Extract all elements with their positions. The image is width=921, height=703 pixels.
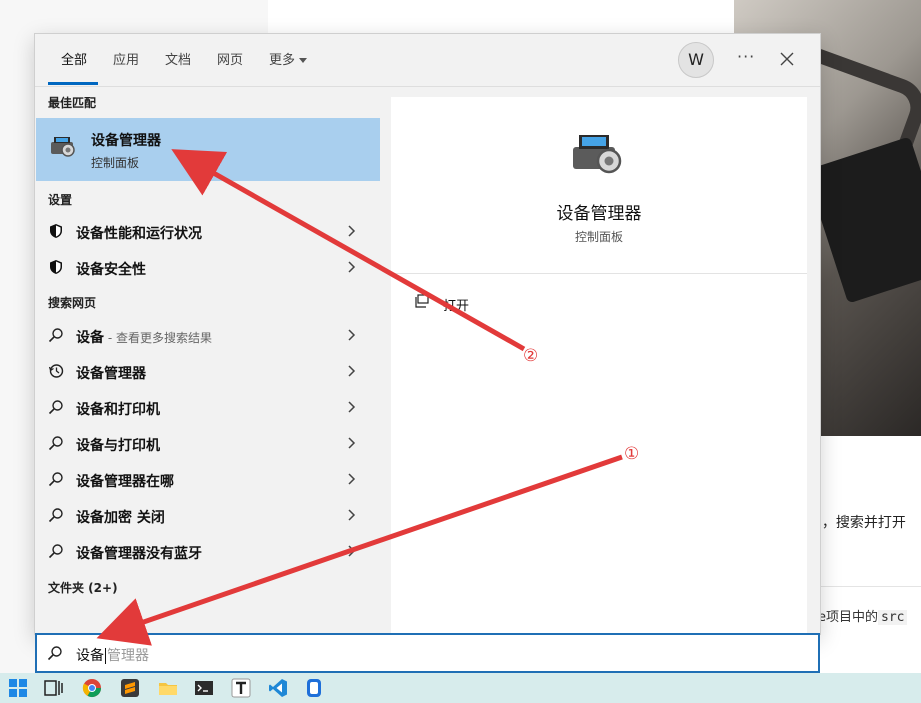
app-icon[interactable] (304, 678, 324, 698)
text-cursor (105, 648, 106, 664)
preview-title: 设备管理器 (556, 204, 642, 224)
background-code: src (878, 610, 908, 625)
chevron-right-icon[interactable] (348, 365, 356, 377)
search-suggestion: 管理器 (107, 648, 149, 664)
web-item-label: 设备与打印机 (76, 438, 160, 454)
search-icon (48, 472, 63, 487)
web-item-label: 设备管理器 (76, 366, 146, 382)
chevron-right-icon[interactable] (348, 473, 356, 485)
preview-pane: 设备管理器 控制面板 打开 (391, 97, 807, 634)
taskbar (0, 673, 921, 703)
section-best-match: 最佳匹配 (48, 96, 97, 110)
search-icon (47, 646, 62, 661)
device-manager-icon (573, 135, 622, 174)
more-options-icon[interactable]: ··· (737, 47, 755, 66)
shield-icon (50, 224, 62, 238)
shield-icon (50, 260, 62, 274)
vscode-icon[interactable] (268, 678, 288, 698)
annotation-marker-1: ① (624, 444, 640, 464)
chevron-right-icon[interactable] (348, 509, 356, 521)
results-list: 最佳匹配 设备管理器 控制面板 设置 设备性能和运行状况 设备安全性 搜索网页 (35, 87, 391, 632)
web-item-label: 设备管理器在哪 (76, 474, 174, 490)
section-web: 搜索网页 (48, 296, 97, 310)
background-text-2: e项目中的 src (818, 606, 908, 625)
web-item-label: 设备管理器没有蓝牙 (76, 546, 202, 562)
search-icon (48, 328, 63, 343)
web-item-label: 设备 - 查看更多搜索结果 (76, 330, 212, 346)
section-folders[interactable]: 文件夹 (2+) (48, 579, 118, 596)
avatar[interactable]: W (678, 42, 714, 78)
tab-all[interactable]: 全部 (61, 49, 87, 68)
typora-icon[interactable] (231, 678, 251, 698)
settings-item[interactable]: 设备性能和运行状况 (35, 215, 375, 249)
tab-bar: 全部 应用 文档 网页 更多 W ··· (35, 34, 820, 87)
best-match-item[interactable]: 设备管理器 控制面板 (36, 118, 380, 181)
web-item[interactable]: 设备 - 查看更多搜索结果 (35, 319, 375, 353)
search-box[interactable]: 设备 管理器 (35, 633, 820, 673)
chevron-down-icon (299, 58, 308, 63)
web-item[interactable]: 设备管理器 (35, 355, 375, 389)
best-match-subtitle: 控制面板 (91, 156, 140, 170)
preview-divider (391, 273, 807, 274)
active-tab-indicator (48, 82, 98, 85)
background-text-1: l，搜索并打开 (818, 515, 906, 531)
open-icon (415, 294, 429, 308)
chrome-icon[interactable] (82, 678, 102, 698)
chevron-right-icon[interactable] (348, 225, 356, 237)
search-input[interactable]: 设备 管理器 (76, 645, 149, 665)
best-match-title: 设备管理器 (91, 133, 161, 149)
web-item[interactable]: 设备和打印机 (35, 391, 375, 425)
chevron-right-icon[interactable] (348, 437, 356, 449)
chevron-right-icon[interactable] (348, 261, 356, 273)
settings-item-label: 设备性能和运行状况 (76, 226, 202, 242)
search-icon (48, 544, 63, 559)
tab-documents[interactable]: 文档 (165, 49, 191, 68)
settings-item[interactable]: 设备安全性 (35, 251, 375, 285)
preview-subtitle: 控制面板 (574, 230, 623, 244)
tab-web[interactable]: 网页 (217, 49, 243, 68)
background-divider (818, 586, 921, 587)
chevron-right-icon[interactable] (348, 329, 356, 341)
web-item-label: 设备加密 关闭 (76, 510, 165, 526)
search-icon (48, 436, 63, 451)
search-icon (48, 400, 63, 415)
terminal-icon[interactable] (194, 678, 214, 698)
web-item[interactable]: 设备加密 关闭 (35, 499, 375, 533)
close-icon[interactable] (779, 51, 795, 67)
annotation-marker-2: ② (523, 346, 539, 366)
file-explorer-icon[interactable] (158, 678, 178, 698)
web-item[interactable]: 设备管理器没有蓝牙 (35, 535, 375, 569)
history-icon (48, 364, 64, 378)
web-item[interactable]: 设备与打印机 (35, 427, 375, 461)
open-action[interactable]: 打开 (443, 295, 469, 314)
section-settings: 设置 (48, 193, 73, 207)
web-item[interactable]: 设备管理器在哪 (35, 463, 375, 497)
task-view-icon[interactable] (44, 678, 64, 698)
web-item-label: 设备和打印机 (76, 402, 160, 418)
chevron-right-icon[interactable] (348, 545, 356, 557)
settings-item-label: 设备安全性 (76, 262, 146, 278)
tab-apps[interactable]: 应用 (113, 49, 139, 68)
device-manager-icon (51, 137, 75, 157)
sublime-icon[interactable] (120, 678, 140, 698)
search-icon (48, 508, 63, 523)
chevron-right-icon[interactable] (348, 401, 356, 413)
tab-more[interactable]: 更多 (269, 49, 308, 68)
search-panel: 全部 应用 文档 网页 更多 W ··· 最佳匹配 设备管理器 控制面板 设置 (34, 33, 821, 635)
start-icon[interactable] (8, 678, 28, 698)
